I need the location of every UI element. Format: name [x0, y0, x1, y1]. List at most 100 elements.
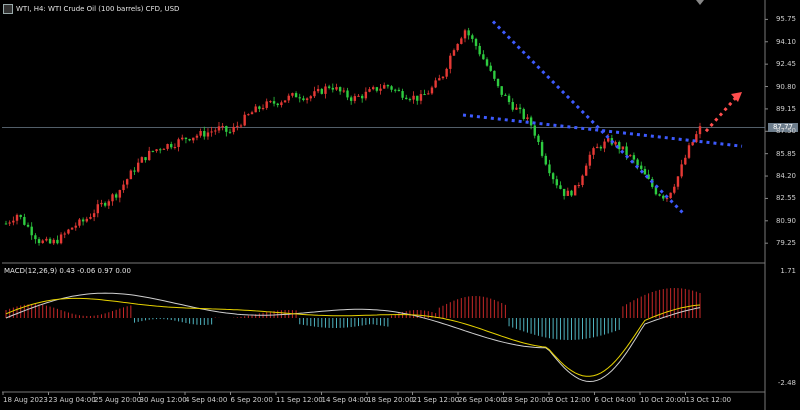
candle-body [247, 114, 250, 116]
candle-body [192, 137, 195, 141]
candle-body [225, 126, 228, 132]
candle-body [335, 87, 338, 90]
descending-trendline [491, 20, 686, 216]
time-tick-label: 11 Sep 12:00 [276, 396, 323, 404]
candle-body [456, 43, 459, 51]
candle-body [482, 54, 485, 60]
candle-body [309, 96, 312, 99]
candle-body [544, 155, 547, 165]
candle-body [658, 194, 661, 196]
candle-body [261, 107, 265, 109]
time-tick-label: 28 Sep 20:00 [503, 396, 551, 404]
time-tick-label: 21 Sep 12:00 [412, 396, 460, 404]
candle-body [405, 97, 408, 100]
chart-window[interactable]: WTI, H4: WTI Crude Oil (100 barrels) CFD… [0, 0, 800, 410]
candle-body [125, 179, 129, 185]
candle-body [74, 225, 77, 228]
time-tick-label: 26 Sep 04:00 [458, 396, 505, 404]
candle-body [148, 150, 151, 161]
candle-body [680, 164, 683, 177]
candle-body [26, 224, 30, 227]
candle-body [500, 86, 503, 95]
chart-shift-marker-icon[interactable] [696, 0, 704, 5]
candle-body [114, 194, 118, 198]
candle-body [239, 125, 243, 127]
candle-body [30, 226, 33, 236]
time-tick-label: 4 Sep 04:00 [185, 396, 228, 404]
price-tick-label: 84.20 [775, 172, 796, 181]
candle-body [41, 240, 44, 244]
candle-body [603, 141, 606, 149]
candle-body [221, 126, 224, 128]
candle-body [23, 216, 26, 225]
candle-body [485, 59, 489, 66]
price-tick-label: 82.55 [775, 194, 796, 203]
candle-body [236, 125, 239, 127]
macd-main-line [5, 292, 701, 383]
candle-body [283, 100, 287, 103]
candle-body [19, 214, 22, 217]
candle-body [573, 185, 577, 196]
candle-body [386, 85, 390, 87]
candle-body [478, 45, 481, 55]
candle-body [430, 87, 434, 94]
candle-body [408, 99, 412, 101]
candle-body [555, 179, 558, 186]
candle-body [324, 86, 327, 94]
candle-body [250, 112, 254, 115]
candle-body [662, 195, 665, 199]
candle-body [203, 131, 206, 137]
candle-body [537, 135, 540, 143]
candle-body [173, 147, 177, 149]
candle-body [526, 117, 529, 119]
candle-body [364, 91, 368, 99]
candle-body [294, 93, 298, 98]
candle-body [184, 137, 188, 140]
candle-body [214, 130, 217, 132]
candle-body [199, 131, 202, 136]
chart-window-icon [3, 4, 13, 14]
candle-body [691, 142, 694, 146]
candle-body [618, 142, 621, 150]
candle-body [353, 96, 357, 101]
candle-body [493, 70, 496, 79]
candle-body [416, 95, 419, 101]
chart-canvas[interactable] [0, 0, 800, 410]
candle-body [371, 87, 375, 90]
price-tick-label: 94.10 [775, 37, 796, 46]
candle-body [8, 222, 11, 224]
candle-body [511, 102, 514, 110]
candle-body [518, 107, 522, 110]
candle-body [181, 137, 184, 140]
candle-body [151, 150, 155, 152]
candle-body [81, 219, 85, 222]
candle-body [107, 201, 111, 206]
candle-body [460, 38, 463, 44]
candle-body [272, 101, 276, 104]
candle-body [496, 78, 500, 87]
candle-body [269, 101, 272, 103]
candle-body [463, 30, 467, 39]
candle-body [177, 139, 180, 148]
candle-body [412, 95, 415, 100]
candle-body [449, 55, 452, 69]
candle-body [254, 106, 257, 113]
candle-body [118, 190, 122, 198]
candle-body [551, 173, 555, 180]
time-tick-label: 30 Aug 12:00 [139, 396, 187, 404]
candle-body [566, 190, 570, 196]
price-tick-label: 80.90 [775, 216, 796, 225]
chart-title: WTI, H4: WTI Crude Oil (100 barrels) CFD… [3, 4, 179, 14]
candle-body [96, 204, 99, 214]
candle-body [34, 235, 37, 240]
price-tick-label: 87.50 [775, 127, 796, 136]
candle-body [349, 97, 353, 101]
candle-body [327, 86, 331, 88]
candle-body [419, 94, 423, 101]
candle-body [63, 233, 66, 235]
candle-body [673, 186, 676, 193]
candle-body [529, 117, 533, 126]
candle-body [85, 218, 88, 222]
candle-body [394, 89, 397, 91]
candle-body [614, 142, 617, 145]
